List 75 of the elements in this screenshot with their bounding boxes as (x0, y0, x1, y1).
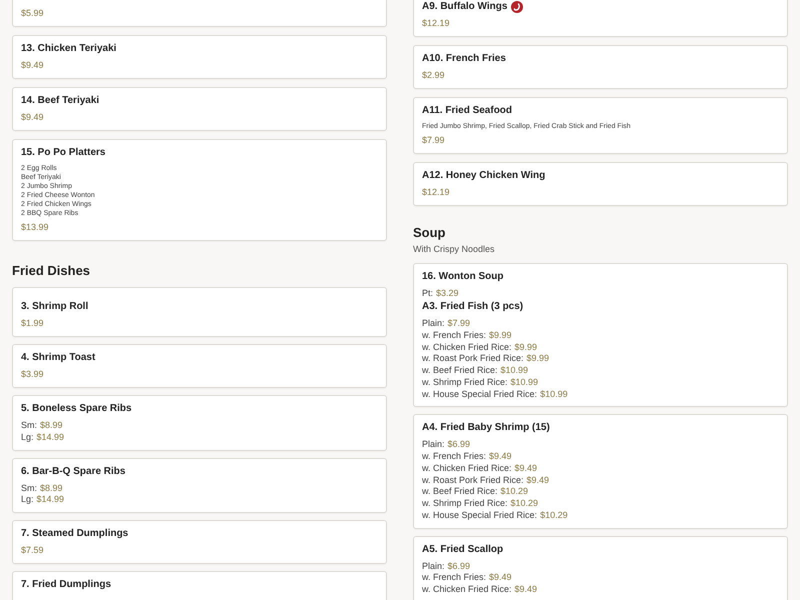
item-price: $10.99 (500, 365, 528, 377)
item-price: $9.99 (489, 330, 512, 342)
item-title: 4. Shrimp Toast (21, 351, 96, 365)
item-title: A5. Fried Scallop (422, 542, 504, 556)
item-price: $8.99 (40, 482, 63, 494)
section-heading: Soup (413, 224, 446, 241)
item-price: $12.19 (422, 186, 450, 198)
price-label: w. Chicken Fried Rice: (422, 462, 512, 474)
item-price: $14.99 (36, 494, 64, 506)
price-label: w. Roast Pork Fried Rice: (422, 474, 524, 486)
item-title: 7. Fried Dumplings (21, 578, 112, 592)
section-subheading: With Crispy Noodles (413, 242, 496, 255)
item-title: 13. Chicken Teriyaki (21, 42, 116, 56)
price-label: w. Beef Fried Rice: (422, 365, 498, 377)
item-title: 15. Po Po Platters (21, 146, 106, 160)
price-label: w. Beef Fried Rice: (422, 486, 498, 498)
item-price: $10.99 (510, 376, 538, 388)
item-title: 3. Shrimp Roll (21, 300, 88, 314)
item-price: $9.49 (514, 462, 538, 474)
item-title: A9. Buffalo Wings (422, 0, 508, 14)
price-label: Lg: (21, 494, 34, 506)
item-price: $9.49 (526, 474, 550, 486)
item-price: $3.29 (436, 288, 459, 300)
item-title: 7. Steamed Dumplings (21, 527, 128, 541)
price-label: w. Shrimp Fried Rice: (422, 376, 508, 388)
item-title: A10. French Fries (422, 52, 506, 66)
price-label: w. House Special Fried Rice: (422, 510, 538, 522)
price-label: Sm: (21, 482, 38, 494)
section-heading: Fried Dishes (12, 262, 92, 278)
item-price: $10.29 (540, 510, 568, 522)
price-label: Lg: (21, 432, 34, 444)
item-price: $9.49 (21, 112, 44, 124)
price-label: Sm: (21, 420, 38, 432)
item-price: $1.99 (21, 318, 44, 330)
item-title: 16. Wonton Soup (422, 270, 504, 284)
price-label: w. Chicken Fried Rice: (422, 584, 512, 596)
item-price: $7.99 (448, 318, 470, 330)
item-price: $7.59 (21, 545, 44, 557)
price-label: Plain: (422, 560, 445, 572)
item-price: $9.49 (489, 572, 512, 584)
item-price: $9.99 (514, 342, 538, 354)
price-label: w. Roast Pork Fried Rice: (422, 353, 524, 365)
item-title: A11. Fried Seafood (422, 104, 512, 118)
item-title: A12. Honey Chicken Wing (422, 168, 546, 183)
item-title: 5. Boneless Spare Ribs (21, 402, 132, 416)
item-price: $13.99 (21, 222, 49, 234)
price-label: w. Chicken Fried Rice: (422, 342, 512, 354)
item-price: $5.99 (21, 8, 44, 20)
item-price: $9.99 (526, 353, 550, 365)
item-price: $10.29 (510, 498, 538, 510)
item-price: $8.99 (40, 420, 63, 432)
price-label: w. French Fries: (422, 330, 486, 342)
price-label: Plain: (422, 318, 445, 330)
item-price: $7.99 (422, 135, 445, 147)
item-price: $6.99 (448, 439, 470, 451)
item-price: $6.99 (448, 560, 470, 572)
item-title: 14. Beef Teriyaki (21, 94, 100, 108)
price-label: Pt: (422, 288, 434, 300)
item-title: 6. Bar-B-Q Spare Ribs (21, 464, 126, 478)
item-price: $14.99 (36, 432, 64, 444)
price-label: Plain: (422, 439, 445, 451)
item-price: $10.29 (500, 486, 528, 498)
item-price: $9.49 (21, 60, 44, 72)
item-title: A3. Fried Fish (3 pcs) (422, 300, 524, 314)
price-label: w. Shrimp Fried Rice: (422, 498, 508, 510)
item-price: $9.49 (514, 584, 538, 596)
item-price: $9.49 (489, 451, 512, 463)
item-price: $10.99 (540, 388, 568, 400)
item-price: $2.99 (422, 70, 445, 82)
price-label: w. House Special Fried Rice: (422, 388, 538, 400)
price-label: w. French Fries: (422, 572, 486, 584)
price-label: w. French Fries: (422, 451, 486, 463)
item-price: $3.99 (21, 369, 44, 381)
item-price: $12.19 (422, 18, 450, 30)
item-title: A4. Fried Baby Shrimp (15) (422, 421, 550, 436)
